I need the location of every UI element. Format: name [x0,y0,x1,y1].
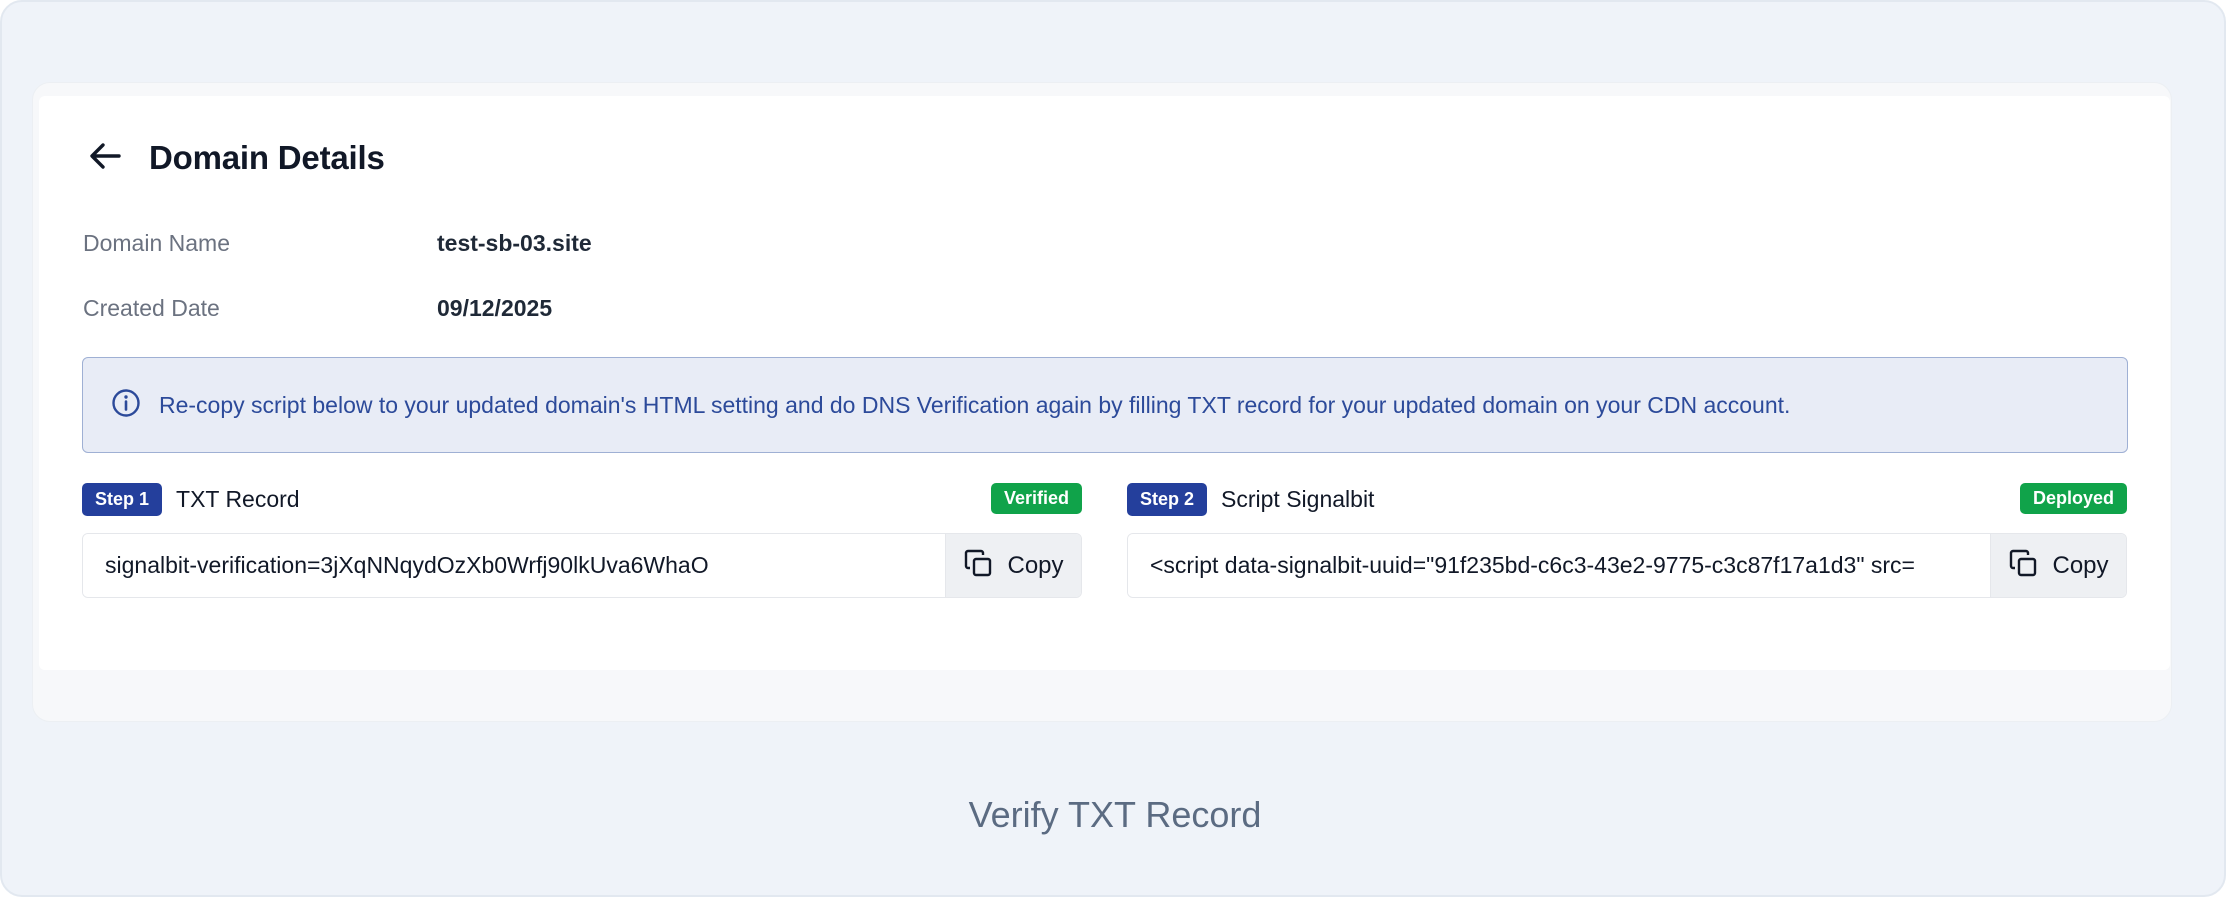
screenshot-frame: Domain Details Domain Name test-sb-03.si… [0,0,2226,897]
caption: Verify TXT Record [968,794,1262,835]
copy-txt-record-button[interactable]: Copy [945,534,1081,597]
alert-message: Re-copy script below to your updated dom… [159,391,1791,418]
domain-name-row: Domain Name test-sb-03.site [83,230,592,257]
step-2-tag: Step 2 [1127,482,1208,516]
verified-badge: Verified [990,483,1082,514]
created-date-value: 09/12/2025 [437,295,553,321]
copy-label: Copy [1007,551,1064,579]
step-2-panel: Step 2 Script Signalbit Deployed Copy [1127,482,2127,598]
step-1-panel: Step 1 TXT Record Verified Copy [82,482,1082,598]
domain-name-label: Domain Name [83,230,230,256]
back-button[interactable] [83,136,127,180]
copy-label: Copy [2052,551,2109,579]
step-1-header: Step 1 TXT Record Verified [82,482,1082,516]
created-date-label: Created Date [83,295,220,321]
txt-record-input[interactable] [83,534,945,597]
step-1-tag: Step 1 [82,482,163,516]
created-date-row: Created Date 09/12/2025 [83,295,552,322]
step-2-header: Step 2 Script Signalbit Deployed [1127,482,2127,516]
copy-icon [963,548,993,583]
step-2-title: Script Signalbit [1221,485,1375,512]
page-header: Domain Details [83,136,385,180]
domain-details-card: Domain Details Domain Name test-sb-03.si… [39,96,2170,670]
copy-script-button[interactable]: Copy [1990,534,2126,597]
txt-record-field: Copy [82,533,1082,598]
info-alert: Re-copy script below to your updated dom… [82,357,2128,453]
step-1-title: TXT Record [176,485,300,512]
script-input[interactable] [1128,534,1990,597]
info-icon [111,388,141,423]
arrow-left-icon [89,141,121,176]
deployed-badge: Deployed [2019,483,2127,514]
script-field: Copy [1127,533,2127,598]
domain-name-value: test-sb-03.site [437,230,592,256]
page-title: Domain Details [149,139,385,176]
copy-icon [2008,548,2038,583]
